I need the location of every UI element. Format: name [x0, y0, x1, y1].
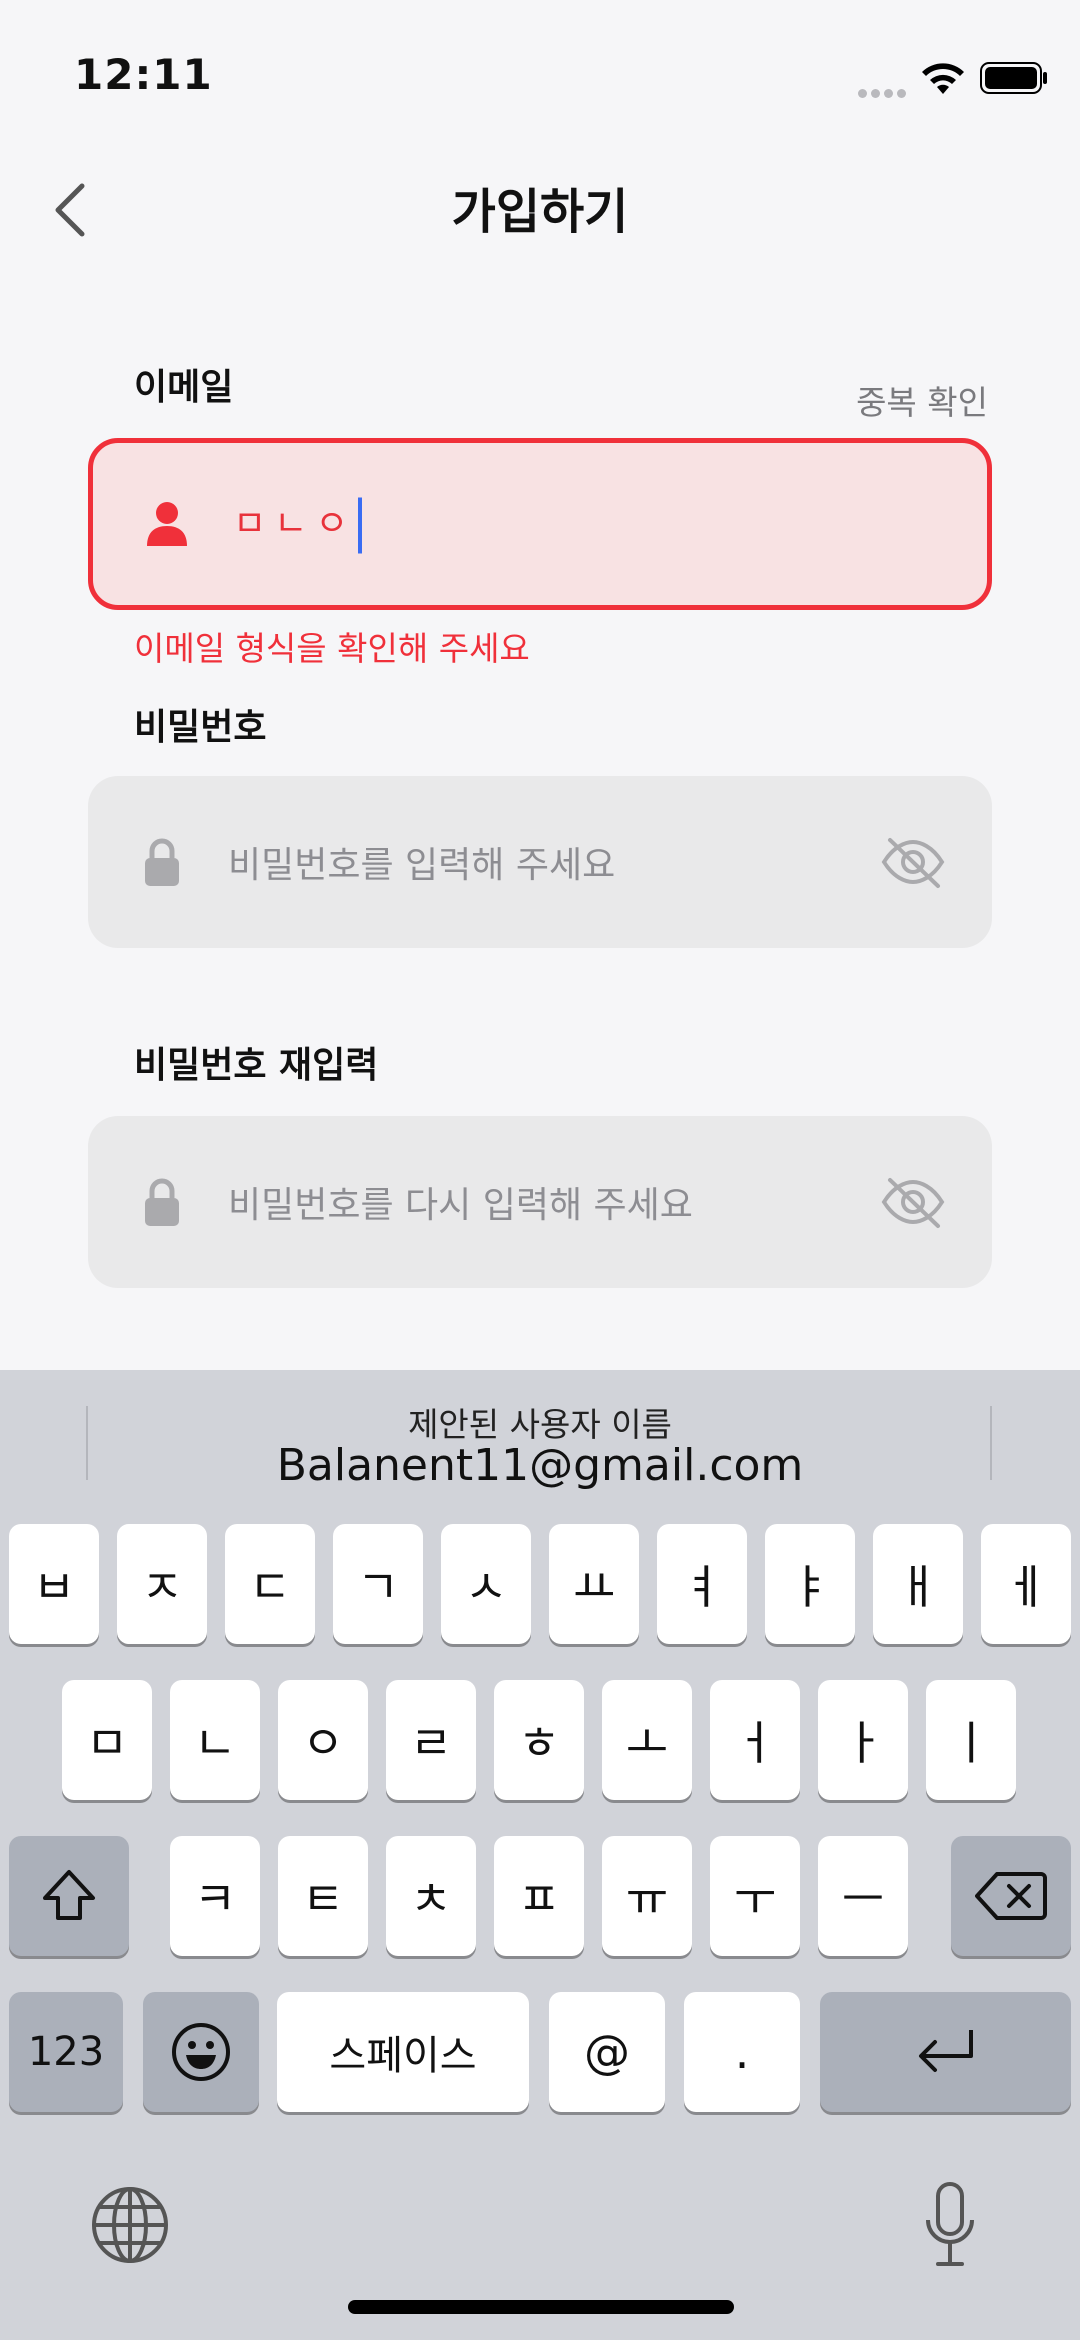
- microphone-icon[interactable]: [920, 2180, 980, 2270]
- key[interactable]: ㅅ: [441, 1524, 531, 1644]
- key[interactable]: ㅊ: [386, 1836, 476, 1956]
- key[interactable]: ㅋ: [170, 1836, 260, 1956]
- cellular-signal-icon: [858, 83, 910, 102]
- shift-key[interactable]: [9, 1836, 129, 1956]
- email-label: 이메일: [134, 367, 234, 408]
- wifi-icon: [922, 63, 964, 94]
- key[interactable]: ㄱ: [333, 1524, 423, 1644]
- at-key[interactable]: @: [549, 1992, 665, 2112]
- key[interactable]: ㅁ: [62, 1680, 152, 1800]
- suggestion-bar[interactable]: 제안된 사용자 이름 Balanent11@gmail.com: [0, 1370, 1080, 1520]
- key[interactable]: ㅂ: [9, 1524, 99, 1644]
- key[interactable]: ㄴ: [170, 1680, 260, 1800]
- key[interactable]: ㅑ: [765, 1524, 855, 1644]
- key[interactable]: ㅏ: [818, 1680, 908, 1800]
- emoji-icon: [172, 2023, 230, 2081]
- password-field[interactable]: 비밀번호를 입력해 주세요: [88, 776, 992, 948]
- key[interactable]: ㅡ: [818, 1836, 908, 1956]
- key[interactable]: ㅌ: [278, 1836, 368, 1956]
- lock-icon: [138, 836, 186, 888]
- key[interactable]: ㅇ: [278, 1680, 368, 1800]
- key[interactable]: ㅗ: [602, 1680, 692, 1800]
- space-key[interactable]: 스페이스: [277, 1992, 529, 2112]
- key[interactable]: ㄹ: [386, 1680, 476, 1800]
- key[interactable]: ㅔ: [981, 1524, 1071, 1644]
- eye-slash-icon[interactable]: [880, 1174, 946, 1230]
- eye-slash-icon[interactable]: [880, 834, 946, 890]
- key[interactable]: ㅛ: [549, 1524, 639, 1644]
- password-label: 비밀번호: [134, 707, 267, 748]
- suggestion-title: 제안된 사용자 이름: [408, 1405, 672, 1444]
- numbers-key[interactable]: 123: [9, 1992, 123, 2112]
- return-icon: [918, 2030, 973, 2072]
- key[interactable]: ㅎ: [494, 1680, 584, 1800]
- battery-icon: [980, 62, 1047, 94]
- email-error-message: 이메일 형식을 확인해 주세요: [134, 629, 530, 668]
- key[interactable]: ㅍ: [494, 1836, 584, 1956]
- emoji-key[interactable]: [143, 1992, 259, 2112]
- return-key[interactable]: [820, 1992, 1071, 2112]
- email-field[interactable]: ㅁㄴㅇ: [88, 438, 992, 610]
- key[interactable]: ㅐ: [873, 1524, 963, 1644]
- shift-icon: [43, 1870, 95, 1920]
- key[interactable]: ㅈ: [117, 1524, 207, 1644]
- home-indicator[interactable]: [348, 2300, 734, 2314]
- password-confirm-placeholder: 비밀번호를 다시 입력해 주세요: [228, 1185, 693, 1226]
- key[interactable]: ㅜ: [710, 1836, 800, 1956]
- delete-key[interactable]: [951, 1836, 1071, 1956]
- key[interactable]: ㅠ: [602, 1836, 692, 1956]
- email-input-value: ㅁㄴㅇ: [233, 495, 363, 554]
- status-time: 12:11: [74, 50, 213, 99]
- person-icon: [143, 498, 191, 550]
- password-placeholder: 비밀번호를 입력해 주세요: [228, 845, 616, 886]
- backspace-icon: [975, 1872, 1047, 1920]
- key[interactable]: ㅣ: [926, 1680, 1016, 1800]
- globe-icon[interactable]: [90, 2185, 170, 2265]
- text-caret: [358, 497, 363, 554]
- lock-icon: [138, 1176, 186, 1228]
- duplicate-check-button[interactable]: 중복 확인: [856, 376, 988, 424]
- dot-key[interactable]: .: [684, 1992, 800, 2112]
- key[interactable]: ㅕ: [657, 1524, 747, 1644]
- status-bar: 12:11: [0, 0, 1080, 150]
- key[interactable]: ㄷ: [225, 1524, 315, 1644]
- page-title: 가입하기: [451, 184, 629, 240]
- password-confirm-field[interactable]: 비밀번호를 다시 입력해 주세요: [88, 1116, 992, 1288]
- password-confirm-label: 비밀번호 재입력: [134, 1045, 379, 1086]
- suggestion-value[interactable]: Balanent11@gmail.com: [0, 1440, 1080, 1491]
- key[interactable]: ㅓ: [710, 1680, 800, 1800]
